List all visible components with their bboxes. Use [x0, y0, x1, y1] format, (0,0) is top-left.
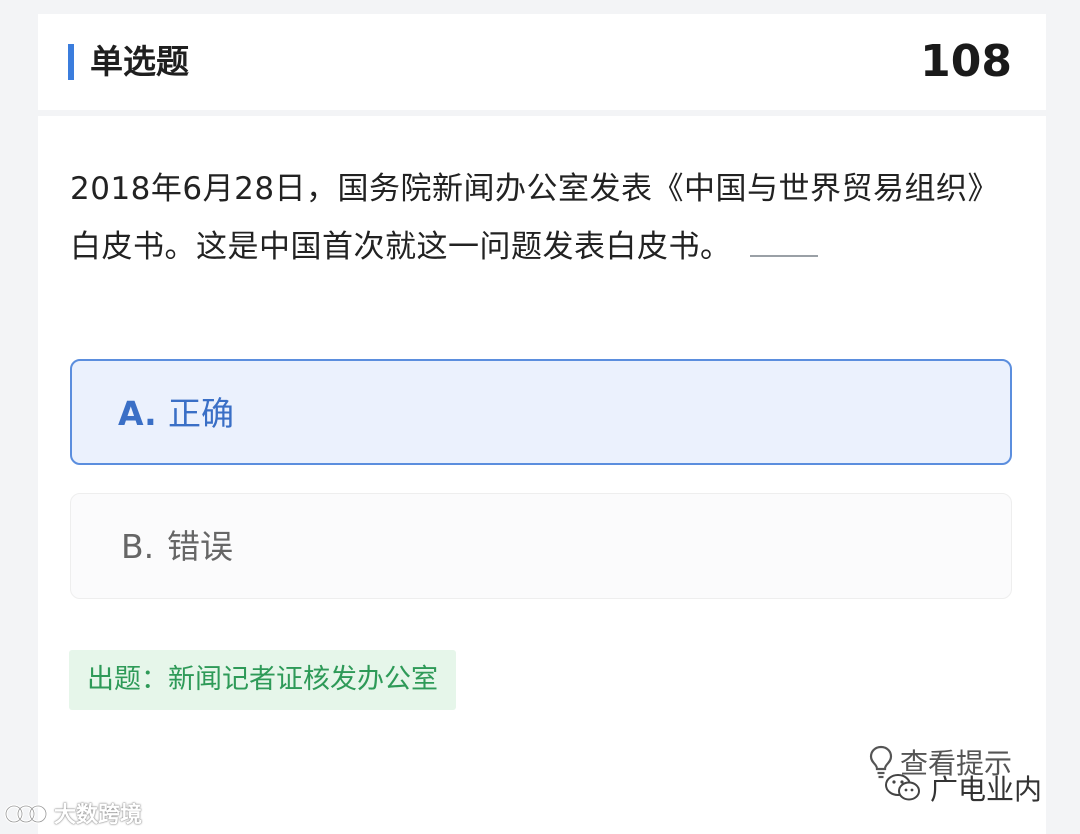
option-a-text: 正确	[168, 394, 234, 433]
header-card	[38, 14, 1046, 110]
source-tag: 出题：新闻记者证核发办公室	[69, 650, 456, 710]
option-b[interactable]: B. 错误	[70, 493, 1012, 599]
answer-blank	[749, 225, 818, 257]
option-a-letter: A.	[118, 394, 157, 433]
watermark-left-text: 大数跨境	[54, 803, 143, 828]
question-type-label: 单选题	[90, 42, 189, 81]
option-b-letter: B.	[121, 527, 155, 566]
question-text: 2018年6月28日，国务院新闻办公室发表《中国与世界贸易组织》白皮书。这是中国…	[70, 171, 1000, 265]
option-a[interactable]: A. 正确	[70, 359, 1012, 465]
accent-bar	[68, 44, 74, 80]
quiz-page: 单选题 108 2018年6月28日，国务院新闻办公室发表《中国与世界贸易组织》…	[0, 0, 1080, 834]
watermark-logo-icon	[4, 804, 48, 824]
watermark-left: 大数跨境	[4, 796, 142, 830]
watermark-right-text: 广电业内	[929, 773, 1042, 806]
option-b-text: 错误	[167, 527, 233, 566]
question-stem: 2018年6月28日，国务院新闻办公室发表《中国与世界贸易组织》白皮书。这是中国…	[70, 160, 1020, 276]
watermark-right: 广电业内	[884, 768, 1042, 808]
wechat-icon	[884, 774, 920, 801]
question-number: 108	[920, 36, 1012, 87]
